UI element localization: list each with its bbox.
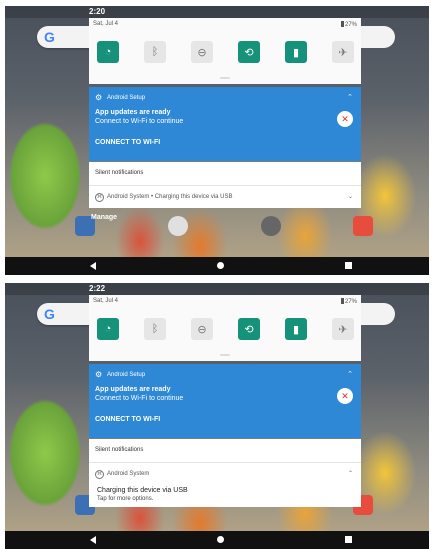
chevron-up-icon[interactable]: ⌃: [347, 370, 353, 378]
tile-battery-saver[interactable]: ▮: [285, 318, 307, 340]
navigation-bar: [5, 257, 429, 275]
android-system-icon: ⌘: [95, 470, 104, 479]
android-system-notification-expanded[interactable]: ⌘ Android System ⌃ Charging this device …: [89, 463, 361, 507]
notification-text: Connect to Wi-Fi to continue: [95, 118, 184, 125]
battery-indicator: 27%: [340, 298, 357, 305]
tile-airplane[interactable]: ✈: [332, 318, 354, 340]
quick-settings-panel: Sat, Jul 4 27% ◔ ᛒ ⊖ ⟲ ▮ ✈: [89, 295, 361, 361]
tile-bluetooth[interactable]: ᛒ: [144, 318, 166, 340]
tile-auto-rotate[interactable]: ⟲: [238, 41, 260, 63]
manage-button[interactable]: Manage: [91, 214, 117, 221]
dnd-icon: ⊖: [197, 46, 207, 59]
connect-wifi-button[interactable]: CONNECT TO WI-FI: [95, 139, 160, 146]
battery-saver-icon: ▮: [292, 323, 300, 336]
chrome-icon[interactable]: [168, 216, 188, 236]
notification-title: Charging this device via USB: [97, 487, 188, 494]
silent-notifications-label: Silent notifications: [95, 170, 144, 176]
gear-icon: ⚙: [95, 93, 103, 102]
wifi-off-icon: ◔: [104, 323, 112, 335]
notification-text: Tap for more options.: [97, 496, 154, 502]
notification-title: App updates are ready: [95, 386, 171, 393]
tile-wifi[interactable]: ◔: [97, 41, 119, 63]
screenshot-1: G 2:20 Sat, Jul 4 27% ◔ ᛒ ⊖ ⟲ ▮ ✈ ⚙ Andr…: [5, 6, 429, 275]
notification-app-name: Android Setup: [107, 372, 146, 378]
settings-icon[interactable]: [261, 216, 281, 236]
home-icon[interactable]: [217, 262, 224, 269]
chevron-up-icon[interactable]: ⌃: [348, 470, 353, 477]
notification-app-name: Android Setup: [107, 95, 146, 101]
android-system-icon: ⌘: [95, 193, 104, 202]
recents-icon[interactable]: [345, 262, 352, 269]
auto-rotate-icon: ⟲: [244, 323, 254, 336]
home-icon[interactable]: [217, 536, 224, 543]
tile-auto-rotate[interactable]: ⟲: [238, 318, 260, 340]
connect-wifi-button[interactable]: CONNECT TO WI-FI: [95, 416, 160, 423]
notification-summary: Android System • Charging this device vi…: [107, 194, 233, 200]
screenshot-2: G 2:22 Sat, Jul 4 27% ◔ ᛒ ⊖ ⟲ ▮ ✈ ⚙ Andr…: [5, 283, 429, 549]
wifi-off-icon: ✕: [337, 388, 353, 404]
battery-percent: 27%: [344, 22, 357, 28]
wifi-off-icon: ✕: [337, 111, 353, 127]
silent-notifications-label: Silent notifications: [95, 447, 144, 453]
tile-dnd[interactable]: ⊖: [191, 318, 213, 340]
gear-icon: ⚙: [95, 370, 103, 379]
date-label: Sat, Jul 4: [93, 21, 119, 27]
silent-notifications-header: Silent notifications: [89, 162, 361, 186]
notification-title: App updates are ready: [95, 109, 171, 116]
tile-battery-saver[interactable]: ▮: [285, 41, 307, 63]
battery-indicator: 27%: [340, 21, 357, 28]
dnd-icon: ⊖: [197, 323, 207, 336]
drag-handle[interactable]: [220, 77, 230, 79]
tile-airplane[interactable]: ✈: [332, 41, 354, 63]
airplane-icon: ✈: [338, 323, 348, 336]
google-icon: G: [44, 306, 55, 322]
battery-percent: 27%: [344, 299, 357, 305]
auto-rotate-icon: ⟲: [244, 46, 254, 59]
back-icon[interactable]: [90, 536, 96, 544]
tile-dnd[interactable]: ⊖: [191, 41, 213, 63]
back-icon[interactable]: [90, 262, 96, 270]
notification-text: Connect to Wi-Fi to continue: [95, 395, 184, 402]
navigation-bar: [5, 531, 429, 549]
battery-saver-icon: ▮: [292, 46, 300, 59]
notification-app-name: Android System: [107, 471, 150, 477]
status-bar: 2:20: [5, 6, 429, 18]
android-setup-notification[interactable]: ⚙ Android Setup ⌃ App updates are ready …: [89, 87, 361, 161]
date-label: Sat, Jul 4: [93, 298, 119, 304]
silent-notifications-header: Silent notifications: [89, 439, 361, 463]
google-icon: G: [44, 29, 55, 45]
quick-settings-panel: Sat, Jul 4 27% ◔ ᛒ ⊖ ⟲ ▮ ✈: [89, 18, 361, 84]
tile-wifi[interactable]: ◔: [97, 318, 119, 340]
tile-bluetooth[interactable]: ᛒ: [144, 41, 166, 63]
android-system-notification[interactable]: ⌘ Android System • Charging this device …: [89, 186, 361, 208]
android-setup-notification[interactable]: ⚙ Android Setup ⌃ App updates are ready …: [89, 364, 361, 438]
battery-icon: [340, 298, 344, 304]
battery-icon: [340, 21, 344, 27]
music-app-icon[interactable]: [353, 216, 373, 236]
drag-handle[interactable]: [220, 354, 230, 356]
bluetooth-icon: ᛒ: [151, 323, 159, 335]
chevron-down-icon[interactable]: ⌄: [348, 193, 353, 200]
recents-icon[interactable]: [345, 536, 352, 543]
status-bar: 2:22: [5, 283, 429, 295]
clock: 2:22: [89, 284, 106, 293]
clock: 2:20: [89, 7, 106, 16]
chevron-up-icon[interactable]: ⌃: [347, 93, 353, 101]
wifi-off-icon: ◔: [104, 46, 112, 58]
airplane-icon: ✈: [338, 46, 348, 59]
bluetooth-icon: ᛒ: [151, 46, 159, 58]
